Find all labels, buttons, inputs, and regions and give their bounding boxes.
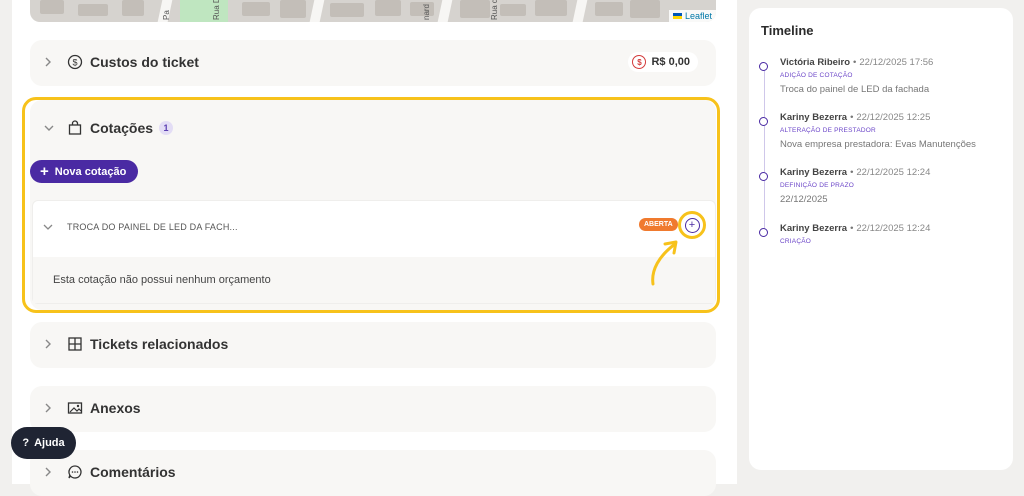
quote-card: TROCA DO PAINEL DE LED DA FACH... ABERTA… <box>32 200 716 304</box>
chevron-right-icon <box>44 57 58 67</box>
timeline-entry: Kariny Bezerra • 22/12/2025 12:24 CRIAÇÃO <box>759 223 1009 253</box>
add-budget-button[interactable]: + <box>678 211 706 239</box>
svg-text:$: $ <box>72 58 77 68</box>
attribution-link[interactable]: Leaflet <box>685 11 712 21</box>
plus-icon: + <box>40 163 49 180</box>
map-street-label: nard <box>422 3 431 20</box>
map-block <box>122 0 144 16</box>
help-label: Ajuda <box>34 437 65 449</box>
section-title: Tickets relacionados <box>90 336 229 352</box>
author-name: Victória Ribeiro <box>780 57 851 68</box>
map-street-label: Pa <box>162 10 171 20</box>
map-block <box>460 0 490 18</box>
timeline-meta: Kariny Bezerra • 22/12/2025 12:24 <box>780 167 930 178</box>
chevron-down-icon <box>43 223 57 231</box>
help-button[interactable]: ? Ajuda <box>11 427 76 459</box>
quote-title: TROCA DO PAINEL DE LED DA FACH... <box>67 222 238 232</box>
timestamp: 22/12/2025 17:56 <box>859 57 934 68</box>
quote-body: Esta cotação não possui nenhum orçamento <box>33 257 715 303</box>
timeline-entry: Victória Ribeiro • 22/12/2025 17:56 ADIÇÃO… <box>759 57 1009 101</box>
map-block <box>280 0 306 18</box>
map-block <box>40 0 64 14</box>
section-title: Comentários <box>90 464 176 480</box>
section-header[interactable]: Comentários <box>30 450 716 494</box>
map-block <box>630 0 660 18</box>
timeline-meta: Kariny Bezerra • 22/12/2025 12:25 <box>780 112 930 123</box>
timeline-dot-icon <box>759 228 768 237</box>
empty-budget-message: Esta cotação não possui nenhum orçamento <box>53 274 271 286</box>
map-block <box>78 4 108 16</box>
timeline-dot-icon <box>759 172 768 181</box>
map-road <box>309 0 325 22</box>
grid-layout-icon <box>66 335 84 353</box>
separator: • <box>850 167 854 178</box>
author-name: Kariny Bezerra <box>780 223 848 234</box>
section-title: Anexos <box>90 400 141 416</box>
cost-total-badge: $ R$ 0,00 <box>628 52 698 72</box>
separator: • <box>850 223 854 234</box>
event-type: ALTERAÇÃO DE PRESTADOR <box>780 127 876 134</box>
flag-icon <box>672 13 682 19</box>
event-type: DEFINIÇÃO DE PRAZO <box>780 182 855 189</box>
cost-amount: R$ 0,00 <box>651 56 690 68</box>
separator: • <box>850 112 854 123</box>
chevron-right-icon <box>44 339 58 349</box>
question-icon: ? <box>22 437 30 449</box>
map-road <box>437 0 453 22</box>
image-icon <box>66 399 84 417</box>
timeline-dot-icon <box>759 117 768 126</box>
section-tickets-relacionados[interactable]: Tickets relacionados <box>30 322 716 368</box>
plus-circle-icon: + <box>684 217 700 233</box>
chevron-right-icon <box>44 467 58 477</box>
timeline-panel: Timeline Victória Ribeiro • 22/12/2025 17:… <box>749 8 1013 470</box>
author-name: Kariny Bezerra <box>780 167 848 178</box>
chevron-right-icon <box>44 403 58 413</box>
map-block <box>375 0 401 16</box>
event-description: Troca do painel de LED da fachada <box>780 84 930 95</box>
timestamp: 22/12/2025 12:24 <box>856 167 931 178</box>
quote-header[interactable]: TROCA DO PAINEL DE LED DA FACH... <box>33 201 715 253</box>
timeline-entry: Kariny Bezerra • 22/12/2025 12:24 DEFINIÇÃ… <box>759 167 1009 211</box>
timeline-meta: Victória Ribeiro • 22/12/2025 17:56 <box>780 57 933 68</box>
map-block <box>500 4 526 16</box>
timestamp: 22/12/2025 12:25 <box>856 112 931 123</box>
map-street-label: Rua Div <box>212 0 221 20</box>
section-custos[interactable]: $ Custos do ticket $ R$ 0,00 <box>30 40 716 86</box>
map-block <box>595 2 623 16</box>
section-header[interactable]: Anexos <box>30 386 716 430</box>
map-block <box>535 0 567 16</box>
timestamp: 22/12/2025 12:24 <box>856 223 931 234</box>
section-comentarios[interactable]: Comentários <box>30 450 716 496</box>
location-map[interactable]: Pa Rua Div nard Rua d Leaflet <box>30 0 716 22</box>
event-description: 22/12/2025 <box>780 194 828 205</box>
map-road <box>572 0 588 22</box>
dollar-icon: $ <box>632 55 647 69</box>
timeline-meta: Kariny Bezerra • 22/12/2025 12:24 <box>780 223 930 234</box>
section-header[interactable]: Tickets relacionados <box>30 322 716 366</box>
map-street-label: Rua d <box>490 0 499 20</box>
pointer-arrow-icon <box>651 240 678 286</box>
author-name: Kariny Bezerra <box>780 112 848 123</box>
timeline-entry: Kariny Bezerra • 22/12/2025 12:25 ALTERAÇÃ… <box>759 112 1009 156</box>
map-block <box>330 3 364 17</box>
event-type: ADIÇÃO DE COTAÇÃO <box>780 72 853 79</box>
event-type: CRIAÇÃO <box>780 238 812 245</box>
chat-bubble-icon <box>66 463 84 481</box>
status-badge: ABERTA <box>639 218 678 231</box>
dollar-circle-icon: $ <box>66 53 84 71</box>
new-quote-button[interactable]: + Nova cotação <box>30 160 139 183</box>
map-block <box>242 2 270 16</box>
timeline-dot-icon <box>759 62 768 71</box>
separator: • <box>853 57 857 68</box>
section-header[interactable]: $ Custos do ticket <box>30 40 716 84</box>
map-attribution[interactable]: Leaflet <box>668 10 716 22</box>
section-title: Custos do ticket <box>90 54 199 70</box>
section-anexos[interactable]: Anexos <box>30 386 716 432</box>
event-description: Nova empresa prestadora: Evas Manutençõe… <box>780 139 976 150</box>
new-quote-label: Nova cotação <box>54 165 127 178</box>
timeline-title: Timeline <box>761 23 814 38</box>
